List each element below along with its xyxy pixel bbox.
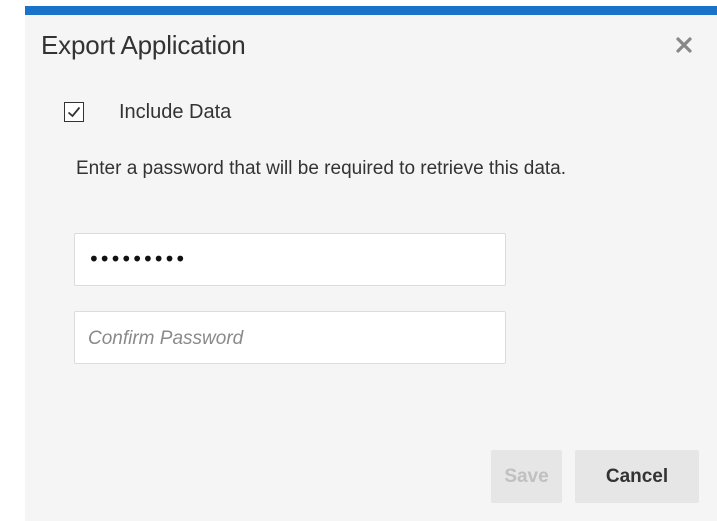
include-data-label[interactable]: Include Data: [119, 101, 231, 124]
confirm-password-field[interactable]: Confirm Password: [74, 311, 506, 364]
dialog-accent-bar: [25, 6, 717, 15]
dialog-title: Export Application: [41, 30, 246, 60]
checkmark-icon: [67, 106, 81, 118]
password-field[interactable]: •••••••••: [74, 233, 506, 286]
confirm-password-placeholder: Confirm Password: [88, 328, 244, 349]
cancel-button[interactable]: Cancel: [575, 450, 699, 503]
close-button[interactable]: [670, 31, 698, 59]
save-button[interactable]: Save: [491, 450, 562, 503]
password-value: •••••••••: [88, 247, 186, 271]
close-icon: [676, 37, 692, 53]
password-instructions: Enter a password that will be required t…: [76, 158, 567, 179]
include-data-checkbox[interactable]: [64, 102, 84, 122]
